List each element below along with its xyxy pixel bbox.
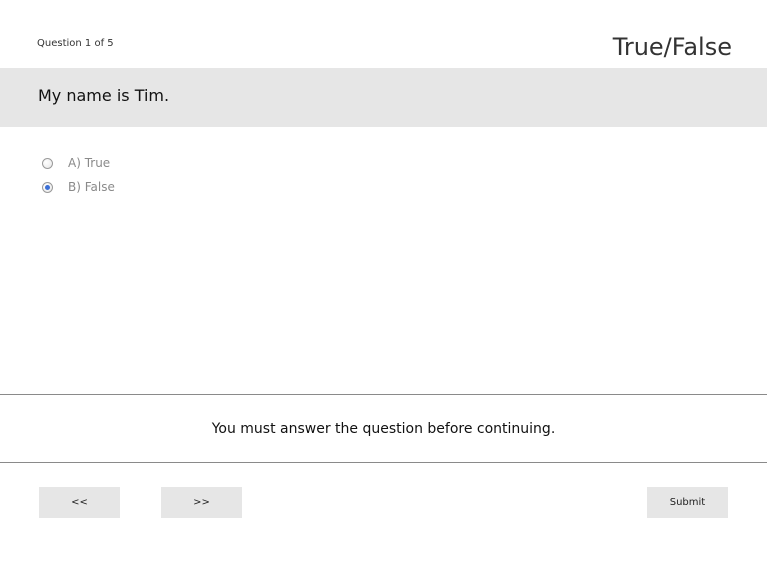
next-button[interactable]: >> bbox=[161, 487, 242, 518]
option-a[interactable]: A) True bbox=[42, 151, 115, 175]
radio-button-option-a[interactable] bbox=[42, 157, 53, 169]
previous-button[interactable]: << bbox=[39, 487, 120, 518]
question-band: My name is Tim. bbox=[0, 68, 767, 127]
option-b[interactable]: B) False bbox=[42, 175, 115, 199]
validation-message-box: You must answer the question before cont… bbox=[0, 394, 767, 463]
question-text: My name is Tim. bbox=[38, 86, 170, 105]
question-counter: Question 1 of 5 bbox=[37, 38, 114, 49]
option-label-a: A) True bbox=[68, 156, 111, 170]
answer-options: A) True B) False bbox=[42, 151, 115, 199]
quiz-page: Question 1 of 5 True/False My name is Ti… bbox=[0, 0, 767, 575]
validation-message: You must answer the question before cont… bbox=[211, 420, 556, 437]
radio-button-option-b[interactable] bbox=[42, 181, 53, 193]
submit-button[interactable]: Submit bbox=[647, 487, 728, 518]
option-label-b: B) False bbox=[68, 180, 115, 194]
question-type-title: True/False bbox=[612, 33, 732, 61]
